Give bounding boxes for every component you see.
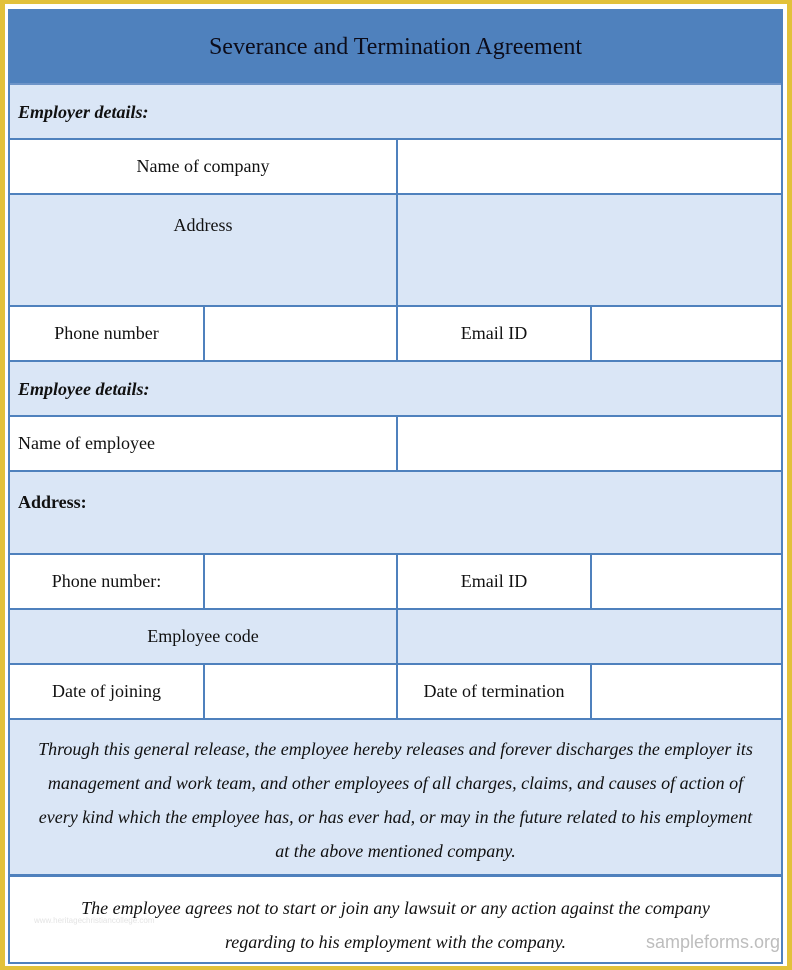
employee-section-heading: Employee details: [18, 379, 150, 399]
employee-phone-field[interactable] [203, 555, 396, 608]
joining-date-field[interactable] [203, 665, 396, 718]
employee-address-row[interactable]: Address: [10, 472, 781, 555]
employee-name-label: Name of employee [18, 433, 155, 453]
company-name-field[interactable] [396, 140, 781, 193]
employee-address-label: Address: [18, 492, 87, 512]
employee-section-heading-row: Employee details: [10, 362, 781, 417]
employee-code-label: Employee code [147, 626, 259, 646]
joining-date-label: Date of joining [52, 681, 161, 701]
employee-name-field[interactable] [396, 417, 781, 470]
company-name-row: Name of company [10, 140, 781, 195]
employer-section-heading: Employer details: [18, 102, 149, 122]
employer-phone-label: Phone number [54, 323, 159, 343]
watermark-right: sampleforms.org [645, 932, 780, 952]
agreement-form: Severance and Termination Agreement Empl… [8, 9, 783, 964]
employee-email-field[interactable] [590, 555, 781, 608]
employer-phone-field[interactable] [203, 307, 396, 360]
employee-code-row: Employee code [10, 610, 781, 665]
termination-date-label: Date of termination [396, 665, 590, 718]
employee-phone-label: Phone number: [51, 571, 162, 591]
termination-date-field[interactable] [590, 665, 781, 718]
employer-email-field[interactable] [590, 307, 781, 360]
employer-contact-row: Phone number Email ID [10, 307, 781, 362]
company-address-field[interactable] [396, 195, 781, 305]
employee-email-label: Email ID [396, 555, 590, 608]
watermark-left: www.heritagechristiancollege.com [34, 916, 155, 925]
release-paragraph: Through this general release, the employ… [38, 739, 753, 861]
company-name-label: Name of company [136, 156, 270, 176]
employer-email-label: Email ID [396, 307, 590, 360]
dates-row: Date of joining Date of termination [10, 665, 781, 720]
employee-name-row: Name of employee [10, 417, 781, 472]
company-address-label: Address [173, 215, 233, 235]
form-title: Severance and Termination Agreement [10, 11, 781, 85]
release-paragraph-row: Through this general release, the employ… [10, 720, 781, 877]
employer-section-heading-row: Employer details: [10, 85, 781, 140]
employee-code-field[interactable] [396, 610, 781, 663]
company-address-row: Address [10, 195, 781, 307]
agreement-paragraph: The employee agrees not to start or join… [81, 898, 710, 952]
employee-contact-row: Phone number: Email ID [10, 555, 781, 610]
